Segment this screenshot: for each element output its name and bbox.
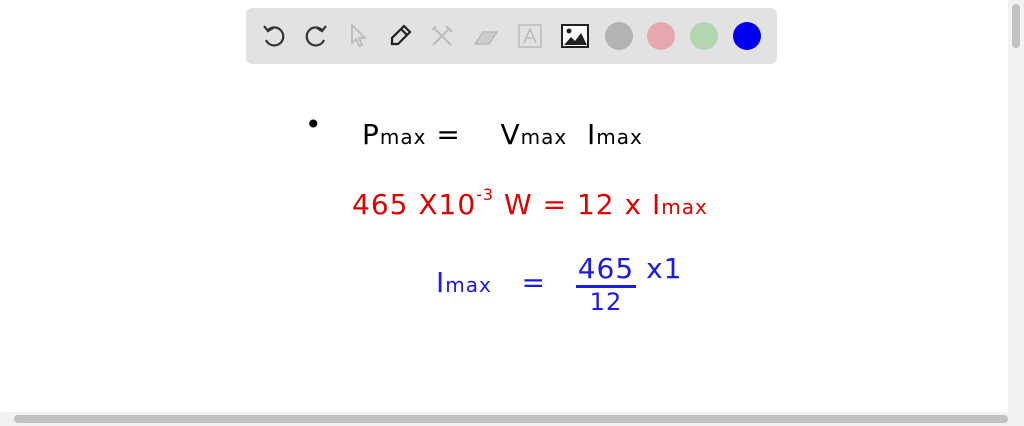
equation-line-1: Pmax = Vmax Imax <box>362 118 643 151</box>
bullet: • <box>305 108 323 141</box>
text-icon[interactable] <box>514 20 546 52</box>
redo-icon[interactable] <box>300 20 332 52</box>
horizontal-scroll-thumb[interactable] <box>14 415 1008 423</box>
image-icon[interactable] <box>559 20 591 52</box>
select-icon[interactable] <box>342 20 374 52</box>
pen-icon[interactable] <box>384 20 416 52</box>
equation-line-3: Imax = 465 12 x1 <box>436 252 683 316</box>
color-green-swatch[interactable] <box>690 22 718 50</box>
equation-line-2: 465 X10-3 W = 12 x Imax <box>352 185 708 221</box>
color-gray-swatch[interactable] <box>605 22 633 50</box>
vertical-scrollbar[interactable] <box>1008 0 1024 412</box>
vertical-scroll-thumb[interactable] <box>1012 4 1020 48</box>
eraser-icon[interactable] <box>470 20 502 52</box>
fraction: 465 12 <box>575 252 637 316</box>
horizontal-scrollbar[interactable] <box>0 412 1024 426</box>
tools-icon[interactable] <box>426 20 458 52</box>
drawing-toolbar <box>246 8 777 64</box>
undo-icon[interactable] <box>258 20 290 52</box>
color-blue-swatch[interactable] <box>733 22 761 50</box>
color-red-swatch[interactable] <box>647 22 675 50</box>
